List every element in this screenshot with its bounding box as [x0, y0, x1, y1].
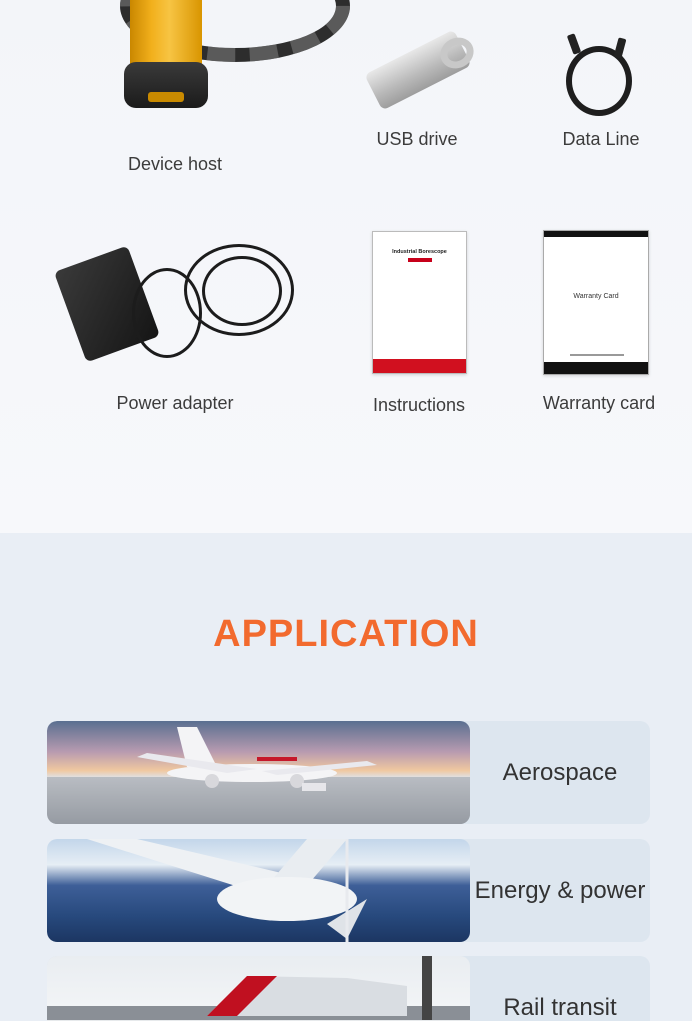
train-icon — [47, 956, 470, 1020]
application-label: Rail transit — [503, 993, 617, 1021]
item-label: Power adapter — [116, 393, 234, 413]
item-label: Data Line — [562, 129, 640, 149]
wind-turbine-icon — [87, 839, 367, 942]
booklet-cover-title: Industrial Borescope — [392, 249, 447, 255]
package-contents-section: Device host USB drive Data Line Power ad… — [0, 0, 692, 533]
warranty-cover-title: Warranty Card — [573, 293, 619, 300]
application-card-rail[interactable]: Rail transit — [47, 956, 650, 1021]
section-title: APPLICATION — [213, 613, 479, 655]
application-card-energy[interactable]: Energy & power — [47, 839, 650, 942]
device-cap-graphic — [124, 62, 208, 108]
application-section: APPLICATION Aerospace Energy & power Rai… — [0, 533, 692, 1021]
airplane-icon — [47, 727, 470, 824]
item-label: USB drive — [376, 129, 458, 149]
usb-drive-icon — [362, 29, 480, 111]
item-label: Warranty card — [542, 393, 656, 413]
warranty-card-icon: Warranty Card — [543, 230, 649, 375]
application-card-aerospace[interactable]: Aerospace — [47, 721, 650, 824]
airplane-photo — [47, 721, 470, 824]
manual-booklet-icon: Industrial Borescope — [372, 231, 467, 374]
usb-cable-icon — [558, 30, 638, 120]
device-host-image — [100, 0, 360, 120]
item-label: Instructions — [372, 395, 466, 415]
wind-solar-photo — [47, 839, 470, 942]
application-label: Aerospace — [502, 758, 618, 786]
application-label: Energy & power — [474, 876, 646, 904]
item-label: Device host — [127, 154, 223, 174]
power-adapter-icon — [53, 238, 302, 378]
high-speed-train-photo — [47, 956, 470, 1021]
